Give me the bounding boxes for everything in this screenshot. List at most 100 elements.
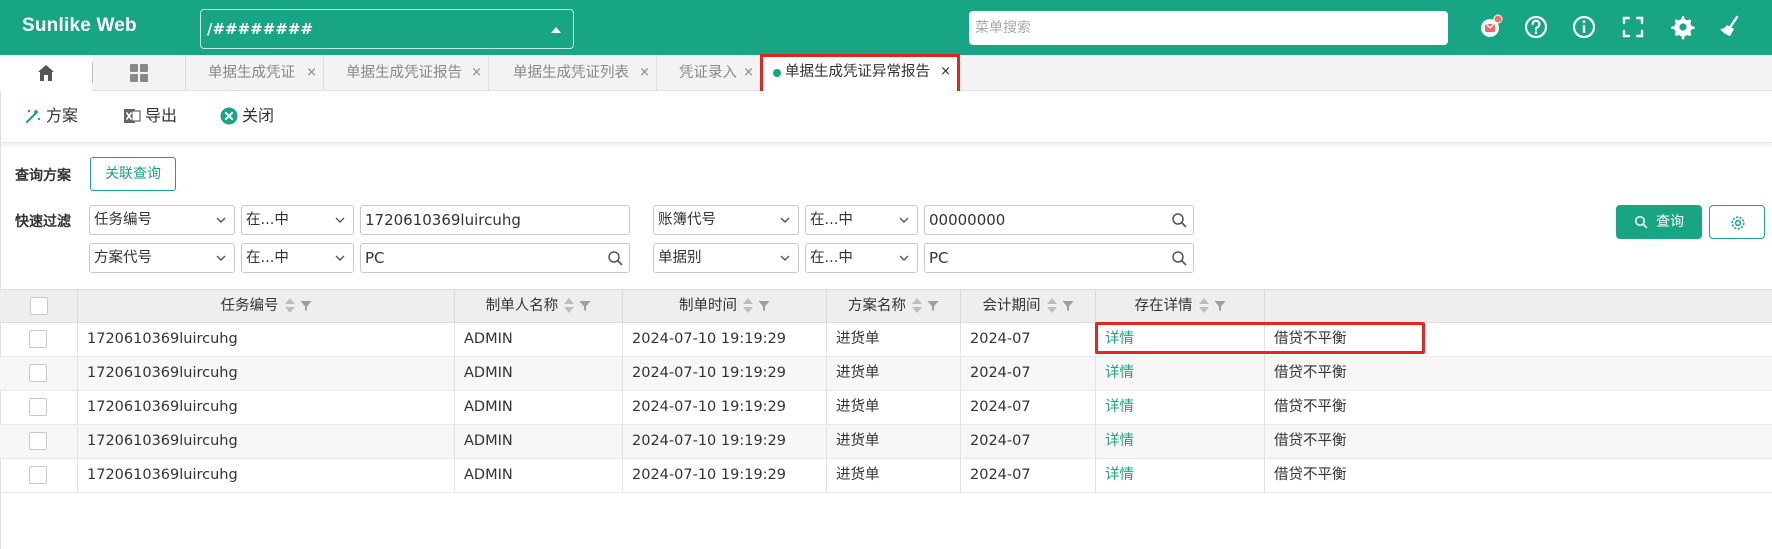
app-logo: Sunlike Web [22, 15, 137, 36]
filter-funnel-icon[interactable] [1214, 300, 1226, 312]
cell-accounting-period: 2024-07 [961, 323, 1096, 356]
company-select-value: /######## [207, 20, 314, 38]
column-header-label: 制单人名称 [485, 298, 559, 314]
cell-accounting-period: 2024-07 [961, 357, 1096, 390]
filter-value-input[interactable]: PC [360, 243, 630, 273]
quick-filter-label: 快速过滤 [15, 214, 71, 230]
export-label: 导出 [145, 106, 178, 125]
info-icon[interactable] [1571, 14, 1597, 40]
notification-icon[interactable] [1477, 14, 1503, 40]
search-icon[interactable] [1171, 250, 1187, 266]
column-header-created-time[interactable]: 制单时间 [623, 290, 827, 323]
chevron-down-icon [899, 255, 909, 261]
filter-operator-value: 在...中 [246, 250, 289, 266]
search-icon[interactable] [607, 250, 623, 266]
filter-operator-select[interactable]: 在...中 [241, 205, 354, 235]
settings-icon[interactable] [1669, 14, 1695, 40]
tab-voucher-exception-report[interactable]: 单据生成凭证异常报告 × [760, 54, 960, 94]
tab-label: 凭证录入 [679, 65, 737, 81]
broom-icon[interactable] [1717, 14, 1743, 40]
tab-voucher-generation-report[interactable]: 单据生成凭证报告 × [323, 55, 488, 91]
tab-voucher-entry[interactable]: 凭证录入 × [656, 55, 760, 91]
sort-icon[interactable] [1198, 298, 1209, 314]
filter-funnel-icon[interactable] [758, 300, 770, 312]
filter-funnel-icon[interactable] [300, 300, 312, 312]
scheme-label: 方案 [46, 106, 79, 125]
tab-strip: 单据生成凭证 × 单据生成凭证报告 × 单据生成凭证列表 × 凭证录入 × 单据… [0, 54, 1772, 94]
sort-icon[interactable] [743, 298, 753, 314]
filter-settings-button[interactable] [1709, 205, 1765, 239]
sort-icon[interactable] [912, 298, 922, 314]
menu-search-input[interactable] [969, 11, 1448, 45]
cell-scheme-name: 进货单 [827, 425, 961, 458]
scheme-button[interactable]: 方案 [24, 105, 84, 127]
filter-funnel-icon[interactable] [579, 300, 591, 312]
close-icon[interactable]: × [306, 55, 317, 91]
filter-value-input[interactable]: PC [924, 243, 1194, 273]
filter-funnel-icon[interactable] [927, 300, 939, 312]
table-row[interactable]: 1720610369luircuhg ADMIN 2024-07-10 19:19:… [0, 357, 1772, 391]
column-header-creator[interactable]: 制单人名称 [455, 290, 623, 323]
query-scheme-label: 查询方案 [15, 168, 71, 184]
filter-operator-select[interactable]: 在...中 [805, 243, 918, 273]
sort-icon[interactable] [284, 298, 295, 314]
cell-details-link[interactable]: 详情 [1096, 459, 1265, 492]
filter-operator-value: 在...中 [246, 212, 289, 228]
query-button[interactable]: 查询 [1616, 205, 1702, 239]
filter-funnel-icon[interactable] [1062, 300, 1074, 312]
cell-created-time: 2024-07-10 19:19:29 [623, 323, 827, 356]
tab-home[interactable] [0, 55, 93, 91]
filter-operator-select[interactable]: 在...中 [805, 205, 918, 235]
filter-value-input[interactable]: 1720610369luircuhg [360, 205, 630, 235]
filter-field-select[interactable]: 方案代号 [89, 243, 235, 273]
close-icon[interactable]: × [743, 55, 754, 91]
filter-operator-select[interactable]: 在...中 [241, 243, 354, 273]
close-icon[interactable]: × [471, 55, 482, 91]
tab-voucher-generation-list[interactable]: 单据生成凭证列表 × [488, 55, 656, 91]
row-checkbox[interactable] [29, 364, 47, 382]
cell-details-link[interactable]: 详情 [1096, 425, 1265, 458]
sort-icon[interactable] [1046, 298, 1057, 314]
row-checkbox[interactable] [29, 466, 47, 484]
cell-details-link[interactable]: 详情 [1096, 357, 1265, 390]
query-label: 查询 [1656, 214, 1684, 230]
row-checkbox[interactable] [29, 398, 47, 416]
caret-up-icon [551, 27, 561, 33]
column-header-accounting-period[interactable]: 会计期间 [961, 290, 1096, 323]
filter-value-input[interactable]: 00000000 [924, 205, 1194, 235]
excel-icon [124, 109, 141, 123]
tab-app-grid[interactable] [93, 55, 185, 91]
row-checkbox[interactable] [29, 330, 47, 348]
filter-field-select[interactable]: 单据别 [653, 243, 799, 273]
column-header-task-no[interactable]: 任务编号 [78, 290, 455, 323]
close-circle-icon [220, 107, 238, 125]
column-header-label: 会计期间 [982, 298, 1041, 314]
help-icon[interactable] [1523, 14, 1549, 40]
select-all-checkbox[interactable] [30, 297, 48, 315]
linked-query-button[interactable]: 关联查询 [90, 157, 176, 191]
tab-voucher-generation[interactable]: 单据生成凭证 × [185, 55, 323, 91]
filter-field-select[interactable]: 任务编号 [89, 205, 235, 235]
search-icon[interactable] [1171, 212, 1187, 228]
company-select[interactable]: /######## [200, 9, 574, 49]
cell-details-link[interactable]: 详情 [1096, 391, 1265, 424]
table-row[interactable]: 1720610369luircuhg ADMIN 2024-07-10 19:19:… [0, 391, 1772, 425]
sort-icon[interactable] [564, 298, 575, 314]
export-button[interactable]: 导出 [123, 105, 183, 127]
column-header-label: 方案名称 [848, 298, 906, 314]
fullscreen-icon[interactable] [1620, 14, 1646, 40]
cell-task-no: 1720610369luircuhg [78, 357, 455, 390]
close-page-button[interactable]: 关闭 [220, 105, 280, 127]
table-row[interactable]: 1720610369luircuhg ADMIN 2024-07-10 19:19:… [0, 425, 1772, 459]
filter-field-select[interactable]: 账簿代号 [653, 205, 799, 235]
close-icon[interactable]: × [639, 55, 650, 91]
column-header-scheme-name[interactable]: 方案名称 [827, 290, 961, 323]
filter-value-text: PC [929, 249, 949, 267]
table-row[interactable]: 1720610369luircuhg ADMIN 2024-07-10 19:19:… [0, 459, 1772, 493]
cell-creator: ADMIN [455, 391, 623, 424]
filter-operator-value: 在...中 [810, 250, 853, 266]
table-row[interactable]: 1720610369luircuhg ADMIN 2024-07-10 19:19:… [0, 323, 1772, 357]
row-checkbox[interactable] [29, 432, 47, 450]
column-header-details[interactable]: 存在详情 [1096, 290, 1265, 323]
close-icon[interactable]: × [940, 57, 951, 87]
